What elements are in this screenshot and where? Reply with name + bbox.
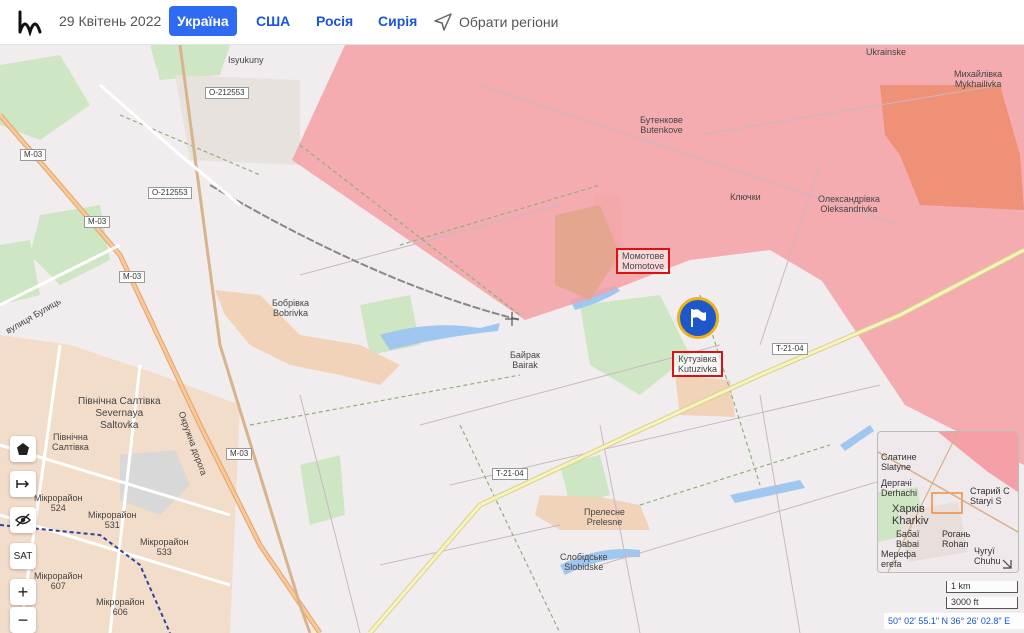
road-shield-m03-b: M-03 [84,216,111,228]
minimap-label-staryi: Старий С Staryi S [970,486,1010,506]
tab-russia[interactable]: Росія [308,6,361,36]
map-view[interactable]: Isyukuny Бутенкове Butenkove Ukrainske М… [0,45,1024,633]
place-pivnichna-saltivka: Північна Салтівка Severnaya Saltovka [78,396,161,431]
place-bairak: Байрак Bairak [510,350,540,370]
tab-ukraine[interactable]: Україна [169,6,237,36]
place-mikroraion-524: Мікрорайон 524 [34,493,83,513]
tab-usa[interactable]: США [248,6,298,36]
tab-syria[interactable]: Сирія [370,6,425,36]
scale-ft: 3000 ft [946,597,1018,609]
pentagon-icon [17,443,29,455]
zoom-in-button[interactable]: + [10,579,36,605]
highlight-momotove[interactable]: Момотове Momotove [616,248,671,274]
road-shield-t2104-b: T-21-04 [492,468,528,480]
top-bar: 29 Квітень 2022 Україна США Росія Сирія … [0,0,1024,45]
select-regions-label: Обрати регіони [459,14,559,30]
flag-icon [691,309,706,327]
minimap-label-merefa: Мерефа erefa [881,549,917,569]
coordinates-readout: 50° 02' 55.1" N 36° 26' 02.8" E [884,613,1024,629]
road-shield-t2104-a: T-21-04 [772,343,808,355]
place-bobrivka: Бобрівка Bobrivka [272,298,309,318]
measure-button[interactable] [10,471,36,497]
zoom-out-button[interactable]: − [10,607,36,633]
place-ukrainske: Ukrainske [866,47,907,57]
place-mikroraion-531: Мікрорайон 531 [88,510,137,530]
measure-arrows-icon [16,480,30,488]
place-mikroraion-606: Мікрорайон 606 [96,597,145,617]
place-oleksandrivka: Олександрівка Oleksandrivka [818,194,880,214]
place-mykhailivka: Михайлівка Mykhailivka [954,69,1003,89]
place-butenkove: Бутенкове Butenkove [640,115,683,135]
hide-layer-button[interactable] [10,507,36,533]
date-label: 29 Квітень 2022 [59,13,162,29]
minimap-label-kharkiv: Харків Kharkiv [892,503,929,527]
minimap[interactable]: Слатине Slatyne Дергачі Derhachi Харків … [877,431,1019,573]
eye-off-icon [15,513,31,527]
satellite-toggle-button[interactable]: SAT [10,543,36,569]
minimap-label-derhachi: Дергачі Derhachi [881,478,918,498]
road-shield-m03-a: M-03 [20,149,47,161]
road-shield-m03-c: M-03 [119,271,146,283]
place-mikroraion-607: Мікрорайон 607 [34,571,83,591]
place-pivnichna-saltivka-small: Північна Салтівка [52,432,89,452]
place-kliuchky: Ключки [730,192,761,202]
road-shield-o212553-a: O-212553 [205,87,249,99]
highlight-kutuzivka[interactable]: Кутузівка Kutuzivka [672,351,724,377]
place-isyukuny: Isyukuny [228,55,264,65]
minimap-label-babai: Бабаї Babai [896,529,920,549]
place-slobidske: Слобідське Slobidske [560,552,608,572]
place-mikroraion-533: Мікрорайон 533 [140,537,189,557]
draw-polygon-button[interactable] [10,436,36,462]
road-shield-o212553-b: O-212553 [148,187,192,199]
road-shield-m03-d: M-03 [226,448,253,460]
minimap-label-rohan: Рогань Rohan [942,529,971,549]
scale-km: 1 km [946,581,1018,593]
place-prelesne: Прелесне Prelesne [584,507,625,527]
logo-icon[interactable] [16,8,44,36]
flag-marker[interactable] [677,297,719,339]
select-regions-button[interactable]: Обрати регіони [433,10,558,34]
navigation-arrow-icon [434,13,452,31]
minimap-label-chuhuiv: Чугуї Chuhu [974,546,1001,566]
minimap-label-slatyne: Слатине Slatyne [881,452,917,472]
